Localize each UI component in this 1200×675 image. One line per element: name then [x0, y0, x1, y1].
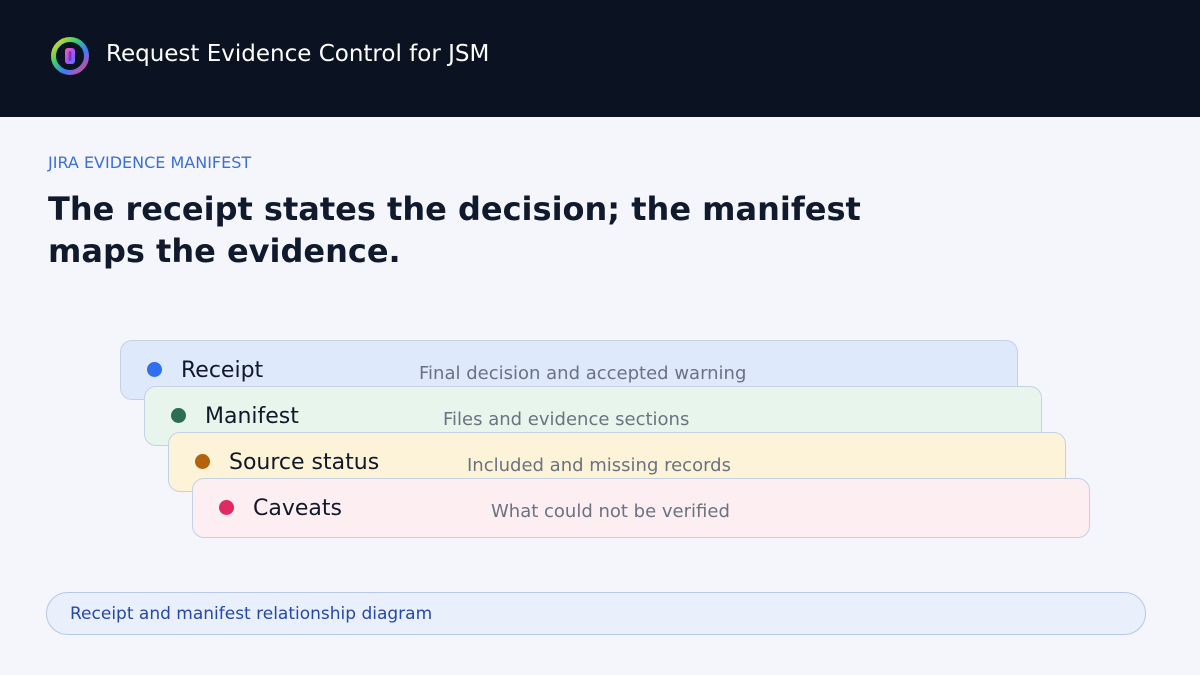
layer-description: Files and evidence sections	[443, 409, 690, 430]
layer-dot	[171, 408, 186, 423]
layer-label: Caveats	[253, 496, 342, 521]
layer-description: Included and missing records	[467, 455, 731, 476]
layer-description: Final decision and accepted warning	[419, 363, 747, 384]
layer-dot	[147, 362, 162, 377]
layer-label: Receipt	[181, 358, 264, 383]
diagram-caption: Receipt and manifest relationship diagra…	[46, 592, 1146, 635]
top-bar: Request Evidence Control for JSM	[0, 0, 1200, 117]
layer-description: What could not be verified	[491, 501, 730, 522]
ring-logo-icon	[51, 37, 89, 75]
section-eyebrow: JIRA EVIDENCE MANIFEST	[48, 153, 252, 172]
app-title: Request Evidence Control for JSM	[106, 41, 490, 67]
layer-label: Source status	[229, 450, 380, 475]
layer-label: Manifest	[205, 404, 299, 429]
layer-dot	[195, 454, 210, 469]
layer-caveats: Caveats What could not be verified	[192, 478, 1090, 538]
layer-dot	[219, 500, 234, 515]
caption-text: Receipt and manifest relationship diagra…	[70, 604, 433, 624]
page-headline: The receipt states the decision; the man…	[48, 190, 861, 270]
